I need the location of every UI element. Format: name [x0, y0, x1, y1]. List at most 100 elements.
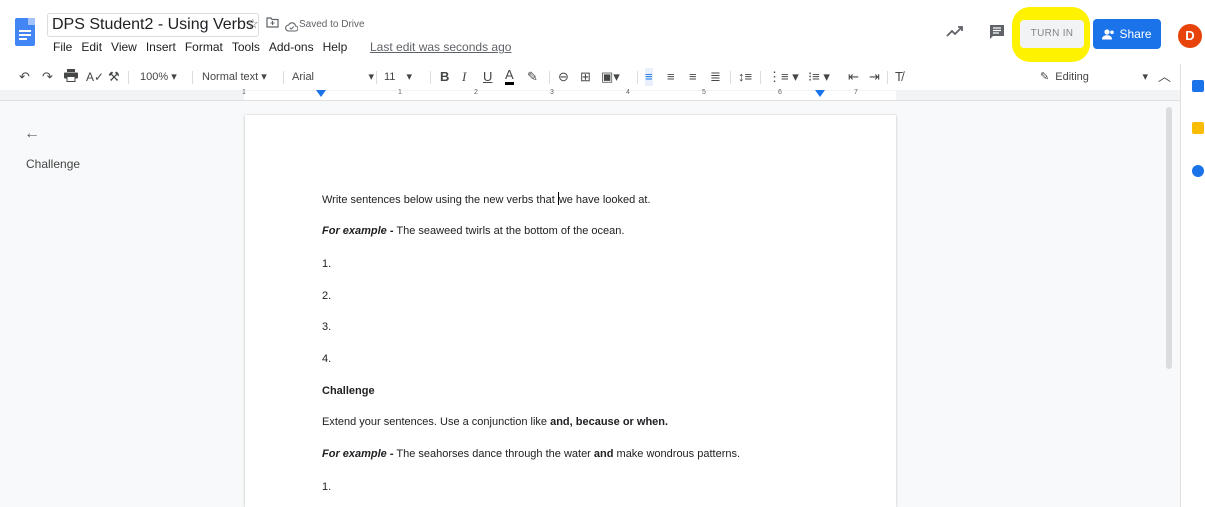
ruler-number: 1 [242, 89, 246, 96]
cloud-saved-icon [285, 19, 299, 37]
hide-menus-chevron-icon[interactable]: ︿ [1158, 68, 1171, 86]
turn-in-button[interactable]: TURN IN [1020, 20, 1084, 48]
menu-format[interactable]: Format [185, 40, 223, 56]
menu-bar: File Edit View Insert Format Tools Add-o… [53, 40, 347, 56]
paragraph-example-1: For example - The seaweed twirls at the … [322, 224, 624, 238]
example-conjunction: and [593, 448, 614, 460]
paragraph-example-2: For example - The seahorses dance throug… [322, 447, 740, 461]
tasks-icon[interactable] [1192, 165, 1204, 177]
share-button[interactable]: Share [1093, 19, 1161, 49]
align-left-icon[interactable]: ≡ [645, 68, 653, 86]
increase-indent-icon[interactable]: ⇥ [869, 68, 880, 86]
chevron-down-icon: ▾ [1142, 71, 1148, 83]
saved-status: Saved to Drive [299, 19, 365, 30]
left-indent-marker[interactable] [316, 90, 326, 97]
example-text: make wondrous patterns. [613, 448, 741, 460]
toolbar: ↶ ↷ A✓ ⚒ 100% ▾ Normal text ▾ Arial ▾ 11 … [0, 64, 1180, 90]
font-value: Arial [292, 71, 315, 83]
numbered-line: 2. [322, 290, 332, 302]
ruler-number: 3 [550, 89, 554, 96]
italic-icon[interactable]: I [462, 68, 466, 86]
redo-icon[interactable]: ↷ [42, 68, 53, 86]
example-label: For example - [322, 448, 394, 460]
move-folder-icon[interactable] [266, 16, 279, 32]
justify-icon[interactable]: ≣ [710, 68, 721, 86]
align-right-icon[interactable]: ≡ [689, 68, 697, 86]
numbered-line: 1. [322, 258, 332, 270]
star-icon[interactable]: ☆ [247, 16, 259, 32]
style-select[interactable]: Normal text ▾ [202, 68, 267, 86]
clear-formatting-icon[interactable]: T̸ [895, 68, 903, 86]
trending-icon[interactable] [946, 24, 964, 38]
menu-edit[interactable]: Edit [81, 40, 102, 56]
underline-icon[interactable]: U [483, 68, 492, 86]
back-arrow-icon[interactable]: ← [24, 125, 40, 143]
editing-mode-label: Editing [1055, 71, 1089, 83]
header: DPS Student2 - Using Verbs ☆ Saved to Dr… [0, 0, 1205, 64]
menu-addons[interactable]: Add-ons [269, 40, 314, 56]
bulleted-list-icon[interactable]: ⁝≡ ▾ [808, 68, 830, 86]
keep-icon[interactable] [1192, 122, 1204, 134]
right-indent-marker[interactable] [815, 90, 825, 97]
paint-format-icon[interactable]: ⚒ [108, 68, 120, 86]
decrease-indent-icon[interactable]: ⇤ [848, 68, 859, 86]
ruler-number: 5 [702, 89, 706, 96]
menu-tools[interactable]: Tools [232, 40, 260, 56]
ruler-page-area [244, 91, 896, 100]
style-value: Normal text [202, 71, 259, 83]
paragraph-text: Write sentences below using the new verb… [322, 194, 558, 206]
example-text: The seaweed twirls at the bottom of the … [393, 225, 625, 237]
scrollbar-thumb[interactable] [1166, 107, 1172, 369]
paragraph-extend: Extend your sentences. Use a conjunction… [322, 415, 668, 429]
docs-app: DPS Student2 - Using Verbs ☆ Saved to Dr… [0, 0, 1205, 507]
comment-icon[interactable] [989, 24, 1005, 40]
avatar[interactable]: D [1178, 24, 1202, 48]
outline-item-challenge[interactable]: Challenge [26, 157, 80, 171]
ruler-number: 7 [854, 89, 858, 96]
ruler-number: 2 [474, 89, 478, 96]
docs-logo-icon[interactable] [15, 18, 35, 46]
font-size-select[interactable]: 11 ▾ [384, 68, 412, 86]
editing-mode-select[interactable]: ✎ Editing ▾ [1040, 68, 1148, 86]
align-center-icon[interactable]: ≡ [667, 68, 675, 86]
example-text: The seahorses dance through the water [393, 448, 594, 460]
ruler-number: 6 [778, 89, 782, 96]
add-comment-icon[interactable]: ⊞ [580, 68, 591, 86]
numbered-line: 3. [322, 321, 332, 333]
insert-image-icon[interactable]: ▣▾ [601, 68, 620, 86]
menu-help[interactable]: Help [323, 40, 348, 56]
print-icon[interactable] [64, 69, 78, 88]
font-size-value: 11 [384, 71, 396, 83]
people-icon [1102, 21, 1115, 51]
last-edit-link[interactable]: Last edit was seconds ago [370, 40, 511, 54]
ruler[interactable]: 1 1 2 3 4 5 6 7 [0, 89, 1180, 101]
link-icon[interactable]: ⊖ [558, 68, 569, 86]
numbered-line: 4. [322, 353, 332, 365]
pencil-icon: ✎ [1040, 71, 1050, 83]
spellcheck-icon[interactable]: A✓ [86, 68, 104, 86]
highlight-icon[interactable]: ✎ [527, 68, 538, 86]
ruler-number: 1 [398, 89, 402, 96]
numbered-line: 1. [322, 481, 332, 493]
bold-icon[interactable]: B [440, 68, 449, 86]
zoom-value: 100% [140, 71, 169, 83]
paragraph-instructions: Write sentences below using the new verb… [322, 192, 651, 207]
text-color-icon[interactable]: A [505, 68, 514, 85]
extend-conjunctions: and, because or when. [550, 416, 669, 428]
paragraph-text: we have looked at. [558, 194, 651, 206]
menu-file[interactable]: File [53, 40, 72, 56]
numbered-list-icon[interactable]: ⋮≡ ▾ [768, 68, 799, 86]
undo-icon[interactable]: ↶ [19, 68, 30, 86]
document-title[interactable]: DPS Student2 - Using Verbs [47, 13, 259, 37]
calendar-icon[interactable] [1192, 80, 1204, 92]
font-select[interactable]: Arial ▾ [292, 68, 374, 86]
share-label: Share [1119, 27, 1152, 41]
zoom-select[interactable]: 100% ▾ [140, 68, 177, 86]
menu-insert[interactable]: Insert [146, 40, 176, 56]
line-spacing-icon[interactable]: ↕≡ [738, 68, 752, 86]
challenge-heading: Challenge [322, 385, 375, 397]
ruler-number: 4 [626, 89, 630, 96]
document-page[interactable]: Write sentences below using the new verb… [245, 115, 896, 507]
menu-view[interactable]: View [111, 40, 137, 56]
extend-text: Extend your sentences. Use a conjunction… [322, 416, 551, 428]
